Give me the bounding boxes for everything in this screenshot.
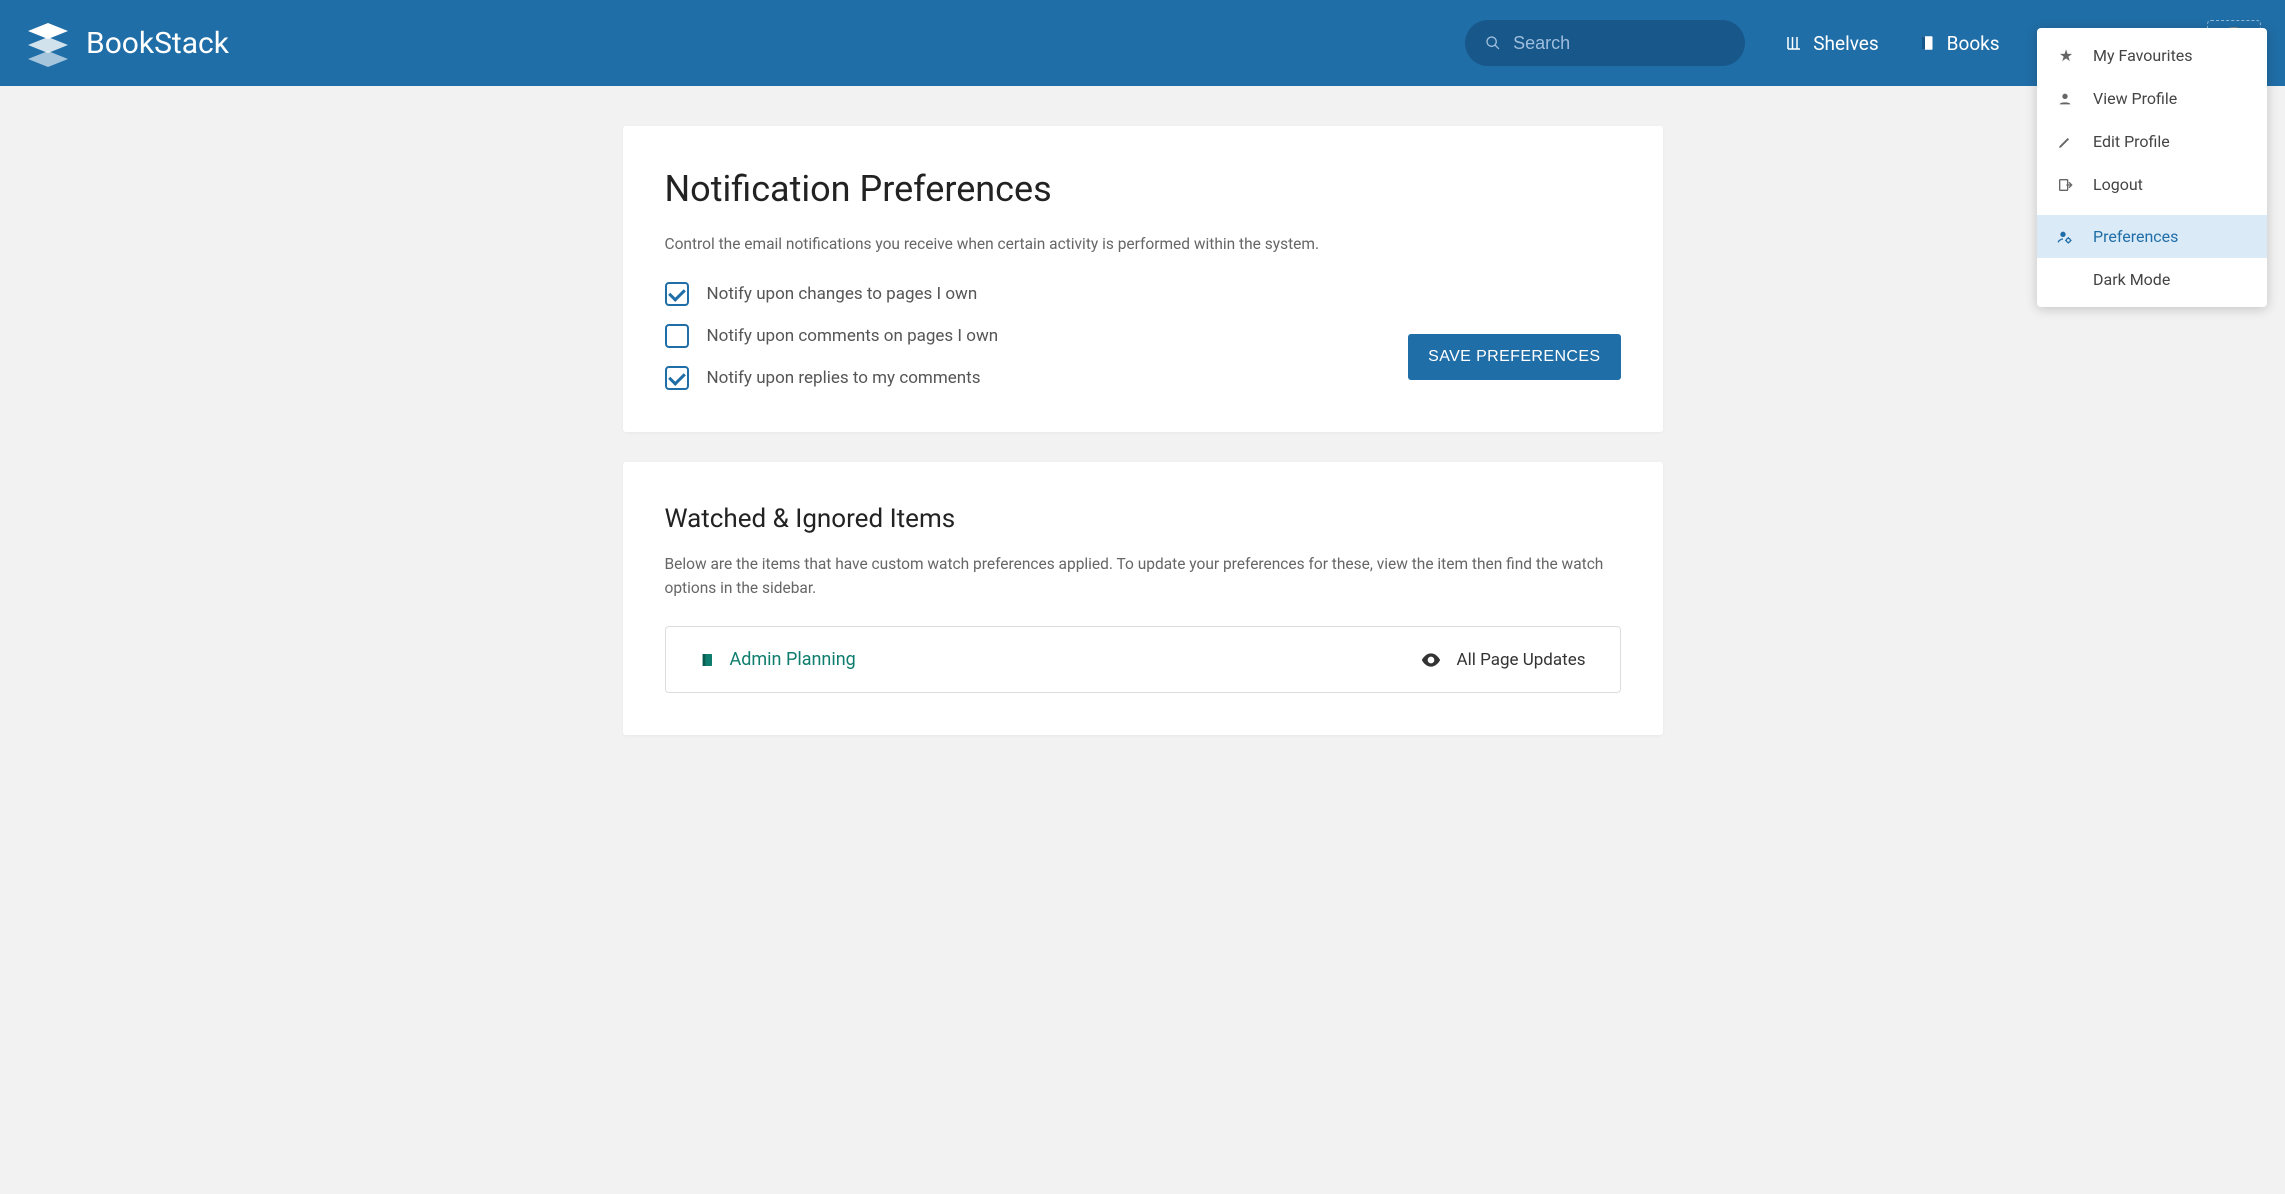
search-box[interactable] [1465,20,1745,66]
watched-item-right: All Page Updates [1421,650,1586,670]
menu-view-profile-label: View Profile [2093,89,2177,108]
menu-preferences-label: Preferences [2093,227,2178,246]
watched-item-status: All Page Updates [1457,650,1586,670]
nav-shelves[interactable]: Shelves [1785,32,1878,55]
person-icon [2057,91,2075,107]
save-preferences-button[interactable]: SAVE PREFERENCES [1408,334,1620,380]
main-content: Notification Preferences Control the ema… [623,126,1663,735]
watched-title: Watched & Ignored Items [665,504,1621,534]
notification-prefs-card: Notification Preferences Control the ema… [623,126,1663,432]
menu-logout[interactable]: Logout [2037,163,2267,206]
moon-icon [2057,272,2075,288]
logout-icon [2057,177,2075,193]
user-gear-icon [2057,229,2075,245]
menu-view-profile[interactable]: View Profile [2037,77,2267,120]
logo-area[interactable]: BookStack [24,19,229,67]
books-icon [1919,34,1937,52]
book-icon [700,651,716,669]
checkbox-pages-own[interactable] [665,282,689,306]
search-input[interactable] [1513,33,1725,54]
checkbox-replies-label: Notify upon replies to my comments [707,368,981,388]
watched-desc: Below are the items that have custom wat… [665,552,1621,600]
bookstack-logo-icon [24,19,72,67]
nav-shelves-label: Shelves [1813,32,1878,55]
menu-favourites-label: My Favourites [2093,46,2193,65]
app-header: BookStack Shelves Books Settings [0,0,2285,86]
checkbox-replies[interactable] [665,366,689,390]
menu-preferences[interactable]: Preferences [2037,215,2267,258]
notify-option: Notify upon changes to pages I own [665,282,1621,306]
shelves-icon [1785,34,1803,52]
menu-dark-mode[interactable]: Dark Mode [2037,258,2267,301]
checkbox-comments-own-label: Notify upon comments on pages I own [707,326,999,346]
search-area [1465,20,1745,66]
pencil-icon [2057,134,2075,150]
nav-books[interactable]: Books [1919,32,2000,55]
watched-item-left: Admin Planning [700,649,856,670]
watched-items-card: Watched & Ignored Items Below are the it… [623,462,1663,735]
notification-prefs-desc: Control the email notifications you rece… [665,232,1621,256]
page-title: Notification Preferences [665,168,1621,210]
menu-separator [2037,210,2267,211]
menu-edit-profile-label: Edit Profile [2093,132,2170,151]
star-icon: ★ [2057,46,2075,65]
eye-icon [1421,653,1441,667]
user-dropdown: ★ My Favourites View Profile Edit Profil… [2037,28,2267,307]
menu-favourites[interactable]: ★ My Favourites [2037,34,2267,77]
watched-item-name[interactable]: Admin Planning [730,649,856,670]
checkbox-pages-own-label: Notify upon changes to pages I own [707,284,978,304]
nav-books-label: Books [1947,32,2000,55]
menu-edit-profile[interactable]: Edit Profile [2037,120,2267,163]
menu-logout-label: Logout [2093,175,2143,194]
app-name: BookStack [86,26,229,61]
checkbox-comments-own[interactable] [665,324,689,348]
search-icon [1485,34,1501,52]
watched-item-row[interactable]: Admin Planning All Page Updates [665,626,1621,693]
menu-dark-mode-label: Dark Mode [2093,270,2170,289]
